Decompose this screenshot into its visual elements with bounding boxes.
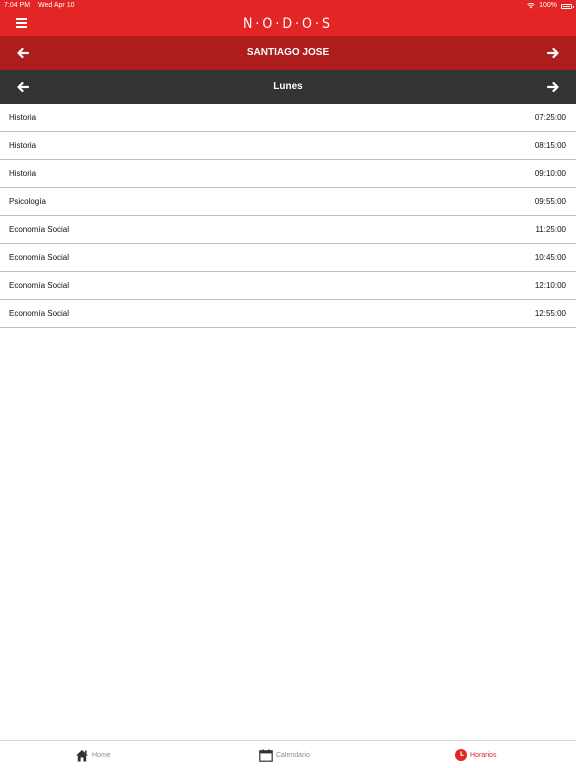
previous-day-button[interactable] <box>17 81 29 93</box>
previous-student-button[interactable] <box>17 47 29 59</box>
tab-calendar-label: Calendario <box>276 751 310 759</box>
next-student-button[interactable] <box>547 47 559 59</box>
schedule-row[interactable]: Economía Social 10:45:00 <box>0 244 576 272</box>
home-icon <box>76 749 88 761</box>
schedule-row[interactable]: Historia 07:25:00 <box>0 104 576 132</box>
tab-home[interactable]: Home <box>75 741 111 768</box>
schedule-row[interactable]: Economía Social 12:55:00 <box>0 300 576 328</box>
arrow-right-icon <box>547 81 559 93</box>
bottom-tab-bar: Home Calendario Horarios <box>0 740 576 768</box>
tab-horarios-label: Horarios <box>470 751 497 759</box>
subject-name: Economía Social <box>9 309 70 318</box>
class-time: 07:25:00 <box>534 113 566 122</box>
status-time: 7:04 PM <box>4 2 31 9</box>
status-date: Wed Apr 10 <box>38 2 75 9</box>
class-time: 09:10:00 <box>534 169 566 178</box>
app-header: N·O·D·O·S <box>0 12 576 36</box>
tab-home-label: Home <box>92 751 111 759</box>
class-time: 10:45:00 <box>534 253 566 262</box>
subject-name: Economía Social <box>9 281 70 290</box>
subject-name: Historia <box>9 113 37 122</box>
battery-percent: 100% <box>539 2 557 9</box>
status-bar: 7:04 PM Wed Apr 10 100% <box>0 0 576 12</box>
day-name: Lunes <box>273 81 303 92</box>
wifi-icon <box>527 3 535 9</box>
subject-name: Historia <box>9 141 37 150</box>
tab-calendar[interactable]: Calendario <box>259 741 310 768</box>
arrow-left-icon <box>17 47 29 59</box>
schedule-row[interactable]: Historia 08:15:00 <box>0 132 576 160</box>
tab-horarios[interactable]: Horarios <box>455 741 496 768</box>
subject-name: Historia <box>9 169 37 178</box>
class-time: 09:55:00 <box>534 197 566 206</box>
schedule-row[interactable]: Economía Social 11:25:00 <box>0 216 576 244</box>
subject-name: Economía Social <box>9 225 70 234</box>
day-navigator: Lunes <box>0 70 576 104</box>
schedule-list: Historia 07:25:00 Historia 08:15:00 Hist… <box>0 104 576 328</box>
arrow-left-icon <box>17 81 29 93</box>
student-navigator: SANTIAGO JOSE <box>0 36 576 70</box>
calendar-icon <box>259 748 273 762</box>
subject-name: Psicología <box>9 197 46 206</box>
class-time: 11:25:00 <box>535 225 566 234</box>
next-day-button[interactable] <box>547 81 559 93</box>
schedule-row[interactable]: Economía Social 12:10:00 <box>0 272 576 300</box>
battery-icon <box>561 3 574 9</box>
schedule-row[interactable]: Psicología 09:55:00 <box>0 188 576 216</box>
class-time: 12:10:00 <box>534 281 566 290</box>
app-logo: N·O·D·O·S <box>243 16 333 32</box>
clock-icon <box>455 749 467 761</box>
class-time: 12:55:00 <box>534 309 566 318</box>
schedule-row[interactable]: Historia 09:10:00 <box>0 160 576 188</box>
subject-name: Economía Social <box>9 253 70 262</box>
class-time: 08:15:00 <box>534 141 566 150</box>
student-name: SANTIAGO JOSE <box>246 47 330 58</box>
arrow-right-icon <box>547 47 559 59</box>
